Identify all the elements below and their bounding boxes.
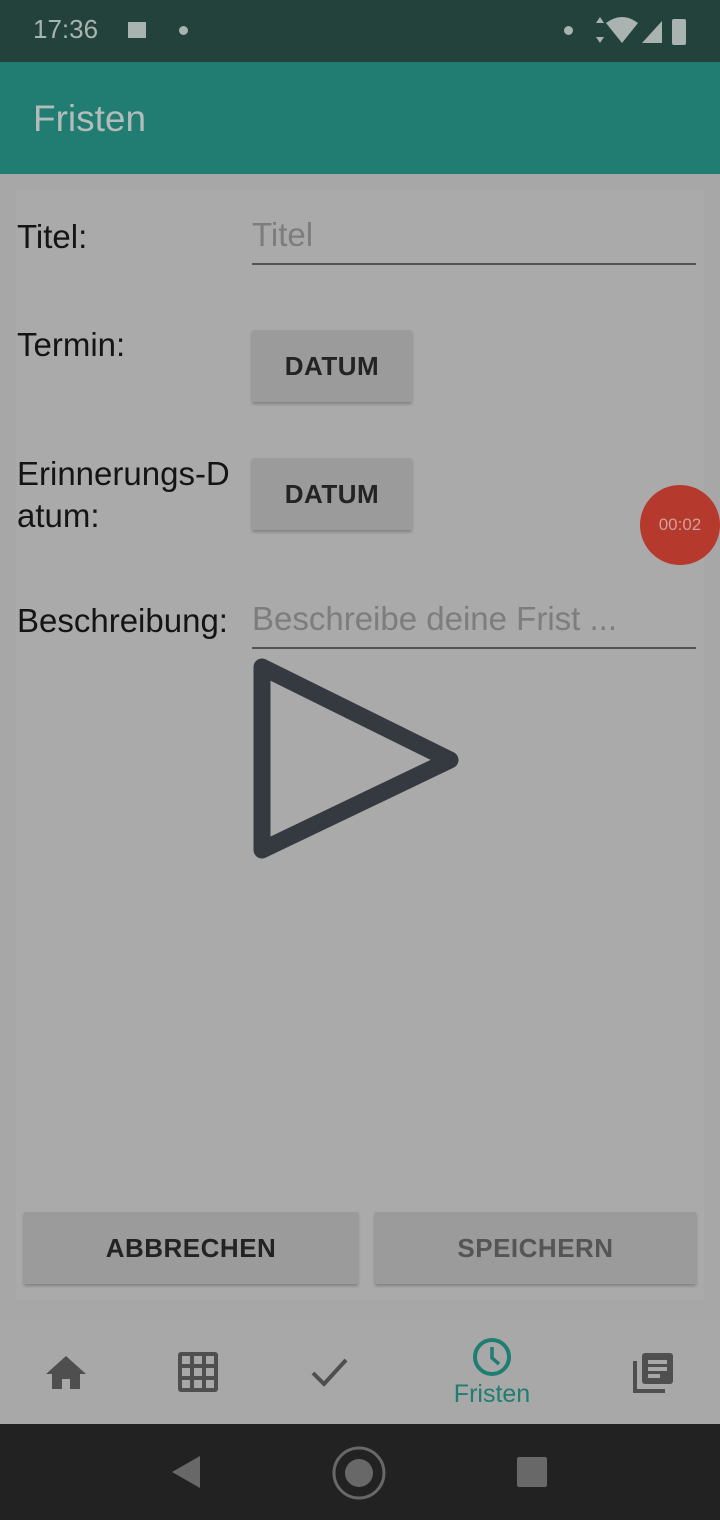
description-input[interactable]: Beschreibe deine Frist ... (252, 600, 696, 649)
title-label: Titel: (17, 218, 88, 255)
title-placeholder: Titel (252, 216, 314, 253)
recording-timer[interactable]: 00:02 (640, 485, 720, 565)
data-arrows-icon (596, 17, 604, 43)
play-icon[interactable] (245, 650, 470, 870)
dot-icon (179, 26, 188, 35)
termin-date-button[interactable]: DATUM (252, 330, 412, 402)
nav-tasks[interactable] (290, 1320, 370, 1424)
clock-icon (473, 1337, 511, 1376)
description-placeholder: Beschreibe deine Frist ... (252, 600, 617, 637)
battery-charging-icon (672, 19, 686, 45)
recents-icon[interactable] (517, 1457, 547, 1487)
nav-fristen-label: Fristen (453, 1379, 531, 1408)
status-time: 17:36 (33, 14, 99, 44)
cancel-button[interactable]: ABBRECHEN (24, 1212, 358, 1284)
app-bar: Fristen (0, 62, 720, 174)
title-input[interactable]: Titel (252, 216, 696, 265)
nav-library[interactable] (614, 1320, 694, 1424)
signal-no-sim-icon (642, 21, 662, 43)
status-icons (596, 17, 686, 45)
check-icon (311, 1358, 348, 1387)
reminder-date-button[interactable]: DATUM (252, 458, 412, 530)
page-title: Fristen (33, 98, 147, 139)
bottom-navigation: Fristen (0, 1320, 720, 1424)
reminder-label-cont: atum: (17, 497, 100, 534)
dot-icon (564, 26, 573, 35)
termin-label: Termin: (17, 326, 126, 363)
library-books-icon (633, 1353, 673, 1393)
video-camera-icon (128, 22, 146, 38)
save-button[interactable]: SPEICHERN (375, 1212, 696, 1284)
recording-time: 00:02 (658, 515, 702, 534)
home-icon (46, 1356, 86, 1389)
description-label: Beschreibung: (17, 602, 228, 639)
status-bar: 17:36 (0, 0, 720, 62)
system-navigation-bar (0, 1424, 720, 1520)
nav-fristen[interactable]: Fristen (432, 1320, 552, 1424)
home-button-icon[interactable] (330, 1444, 388, 1502)
reminder-label: Erinnerungs-D (17, 455, 230, 492)
grid-icon (178, 1352, 218, 1392)
wifi-icon (606, 17, 638, 43)
nav-grid[interactable] (158, 1320, 238, 1424)
back-icon[interactable] (170, 1454, 202, 1490)
nav-home[interactable] (26, 1320, 106, 1424)
